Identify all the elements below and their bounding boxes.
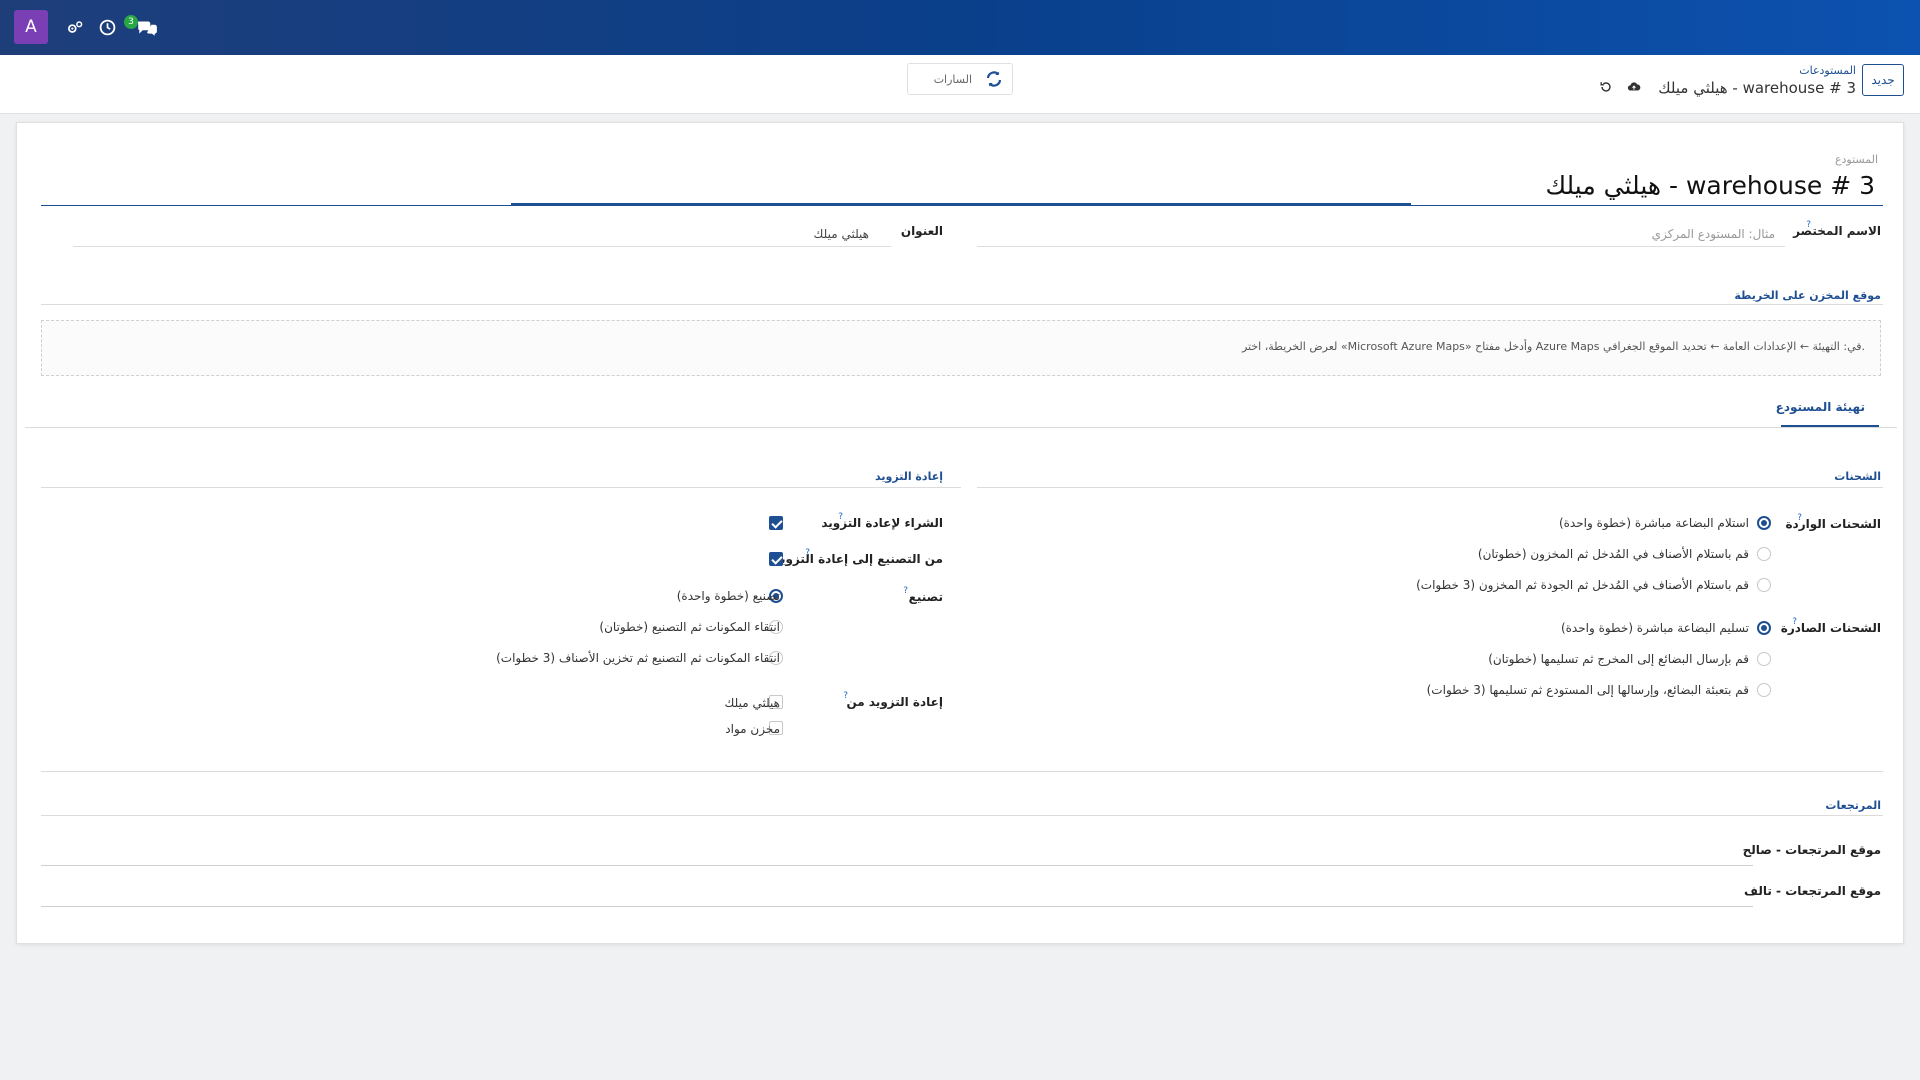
resupply-heading: إعادة التزويد (875, 470, 943, 483)
incoming-option-1-label[interactable]: استلام البضاعة مباشرة (خطوة واحدة) (1559, 516, 1749, 530)
incoming-shipments-help-icon[interactable]: ? (1797, 513, 1802, 523)
resupply-from-help-icon[interactable]: ? (843, 691, 848, 701)
manufacture-option-1-label[interactable]: تصنيع (خطوة واحدة) (677, 589, 780, 603)
breadcrumb: المستودعات هيلثي ميلك - warehouse # 3 (1658, 64, 1856, 97)
resupply-divider (41, 487, 961, 488)
breadcrumb-parent-link[interactable]: المستودعات (1658, 64, 1856, 77)
cloud-save-icon[interactable] (1625, 78, 1643, 96)
resupply-from-option-2-label[interactable]: مخزن مواد (725, 722, 780, 736)
sync-label: السارات (933, 72, 972, 86)
address-underline (73, 246, 891, 247)
short-name-underline (977, 246, 1785, 247)
address-input[interactable]: هيلثي ميلك (814, 227, 870, 241)
manufacture-help-icon[interactable]: ? (903, 586, 908, 596)
outgoing-option-1-label[interactable]: تسليم البضاعة مباشرة (خطوة واحدة) (1561, 621, 1749, 635)
clock-icon[interactable] (92, 12, 122, 42)
manufacture-option-3-label[interactable]: انتقاء المكونات ثم التصنيع ثم تخزين الأص… (496, 651, 780, 665)
incoming-option-1-radio[interactable] (1757, 516, 1771, 530)
returns-good-location-input[interactable] (41, 865, 1753, 866)
outgoing-shipments-help-icon[interactable]: ? (1792, 617, 1797, 627)
buy-resupply-help-icon[interactable]: ? (838, 512, 843, 522)
discard-undo-icon[interactable] (1597, 78, 1615, 96)
warehouse-label: المستودع (1834, 153, 1878, 166)
returns-good-location-label: موقع المرتجعات - صالح (1742, 843, 1881, 857)
outgoing-option-3-label[interactable]: قم بتعبئة البضائع، وإرسالها إلى المستودع… (1427, 683, 1749, 697)
user-avatar[interactable]: A (14, 10, 48, 44)
manufacture-resupply-checkbox[interactable] (769, 552, 783, 566)
shipments-heading: الشحنات (1834, 470, 1881, 483)
incoming-option-2-label[interactable]: قم باستلام الأصناف في المُدخل ثم المخزون… (1478, 547, 1749, 561)
manufacture-option-2-label[interactable]: انتقاء المكونات ثم التصنيع (خطوتان) (599, 620, 780, 634)
manufacture-resupply-label: من التصنيع إلى إعادة التزويد (774, 552, 943, 566)
returns-damaged-location-label: موقع المرتجعات - تالف (1744, 884, 1881, 898)
short-name-input[interactable]: مثال: المستودع المركزي (1652, 227, 1775, 241)
map-config-message: لعرض الخريطة، اختر «Microsoft Azure Maps… (1241, 340, 1865, 353)
manufacture-label: تصنيع (908, 590, 943, 604)
manufacture-resupply-help-icon[interactable]: ? (805, 548, 810, 558)
returns-damaged-location-input[interactable] (41, 906, 1753, 907)
sync-button[interactable]: السارات (907, 63, 1013, 95)
short-name-help-icon[interactable]: ? (1806, 220, 1811, 230)
incoming-option-2-radio[interactable] (1757, 547, 1771, 561)
shipments-divider (977, 487, 1883, 488)
incoming-option-3-label[interactable]: قم باستلام الأصناف في المُدخل ثم الجودة … (1416, 578, 1749, 592)
refresh-icon (986, 71, 1002, 87)
new-button[interactable]: جديد (1862, 64, 1904, 96)
top-navbar: A 3 (0, 0, 1920, 55)
incoming-option-3-radio[interactable] (1757, 578, 1771, 592)
outgoing-option-3-radio[interactable] (1757, 683, 1771, 697)
messages-count-badge: 3 (124, 15, 138, 29)
outgoing-option-2-radio[interactable] (1757, 652, 1771, 666)
map-placeholder-box: لعرض الخريطة، اختر «Microsoft Azure Maps… (41, 320, 1881, 376)
returns-heading: المرتجعات (1825, 799, 1881, 812)
buy-resupply-checkbox[interactable] (769, 516, 783, 530)
address-label: العنوان (900, 224, 943, 238)
resupply-from-option-1-label[interactable]: هيلثي ميلك (725, 696, 781, 710)
returns-heading-divider (41, 815, 1883, 816)
tab-warehouse-config[interactable]: تهيئة المستودع (1776, 400, 1865, 414)
outgoing-option-1-radio[interactable] (1757, 621, 1771, 635)
resupply-from-label: إعادة التزويد من (846, 695, 943, 709)
form-sheet: المستودع هيلثي ميلك - warehouse # 3 الاس… (16, 122, 1904, 944)
warehouse-name-focus-bar (511, 203, 1411, 206)
map-heading-divider (41, 304, 1883, 305)
map-location-heading: موقع المخزن على الخريطة (1734, 289, 1881, 302)
navbar-left-group: A 3 (14, 10, 162, 44)
returns-top-divider (41, 771, 1883, 772)
tabs-divider (25, 427, 1897, 428)
control-panel: جديد المستودعات هيلثي ميلك - warehouse #… (0, 55, 1920, 114)
warehouse-name-input[interactable]: هيلثي ميلك - warehouse # 3 (1545, 171, 1875, 200)
outgoing-option-2-label[interactable]: قم بإرسال البضائع إلى المخرج ثم تسليمها … (1488, 652, 1749, 666)
breadcrumb-current: هيلثي ميلك - warehouse # 3 (1658, 79, 1856, 97)
settings-users-icon[interactable] (60, 12, 90, 42)
messages-icon[interactable]: 3 (124, 12, 162, 42)
